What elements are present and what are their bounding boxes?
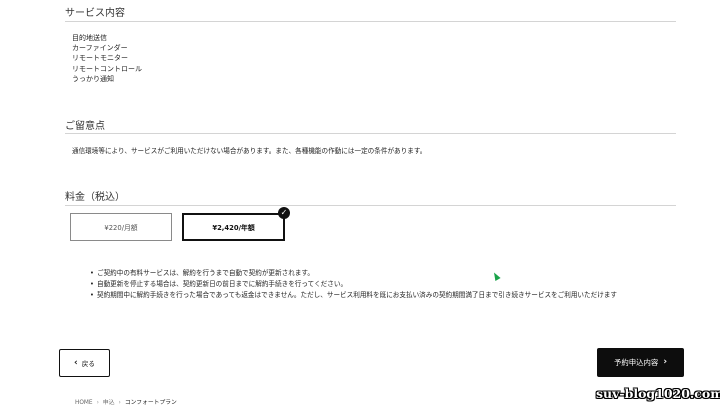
price-option-label: ¥220/月額 [104,224,138,232]
service-item: リモートコントロール [72,64,142,73]
notes-section-title: ご留意点 [65,121,105,132]
price-option-monthly[interactable]: ¥220/月額 [70,213,172,241]
breadcrumb-apply[interactable]: 申込 [103,400,115,406]
breadcrumb-separator-icon: › [118,400,121,406]
service-item: リモートモニター [72,54,128,63]
terms-list: ご契約中の有料サービスは、解約を行うまで自動で契約が更新されます。 自動更新を停… [90,268,617,301]
divider [65,133,676,134]
divider [65,21,676,22]
price-option-label: ¥2,420/年額 [212,224,255,232]
back-button[interactable]: ‹ 戻る [59,349,110,377]
chevron-right-icon: › [663,357,668,367]
service-section-title: サービス内容 [65,8,125,19]
service-item: うっかり通知 [72,74,114,83]
next-button-label: 予約申込内容 [613,358,659,367]
breadcrumb-current: コンフォートプラン [124,400,177,406]
service-item: カーファインダー [72,44,128,53]
terms-item: 契約期間中に解約手続きを行った場合であっても返金はできません。ただし、サービス利… [90,290,617,301]
terms-item: ご契約中の有料サービスは、解約を行うまで自動で契約が更新されます。 [90,268,617,279]
selected-check-icon: ✓ [278,207,290,219]
back-button-label: 戻る [81,360,95,368]
breadcrumb-home[interactable]: HOME [75,400,93,406]
divider [65,205,676,206]
price-option-yearly[interactable]: ¥2,420/年額 [182,213,285,241]
breadcrumb-separator-icon: › [96,400,99,406]
watermark: suv-blog1020.com [596,386,720,401]
terms-item: 自動更新を停止する場合は、契約更新日の前日までに解約手続きを行ってください。 [90,279,617,290]
service-item: 目的地送信 [72,34,107,42]
notes-text: 通信環境等により、サービスがご利用いただけない場合があります。また、各種機能の作… [72,147,427,155]
pricing-section-title: 料金（税込） [65,192,125,203]
chevron-left-icon: ‹ [74,357,78,368]
next-button[interactable]: 予約申込内容 › [597,348,684,377]
service-list: 目的地送信 カーファインダー リモートモニター リモートコントロール うっかり通… [72,33,142,84]
